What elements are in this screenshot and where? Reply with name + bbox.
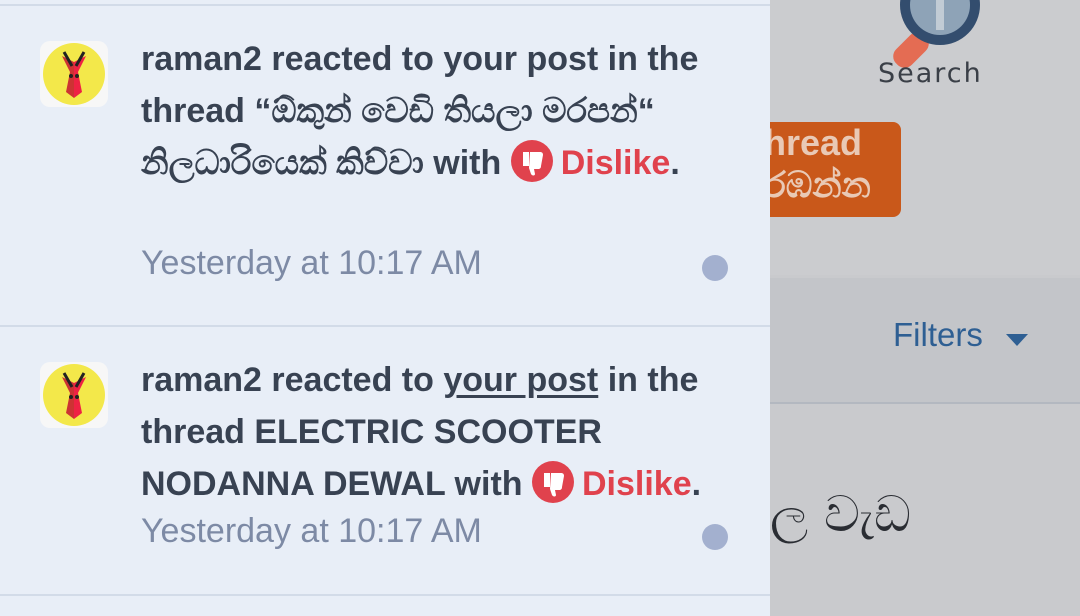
filters-link[interactable]: Filters (893, 316, 983, 354)
header-area: Search hread රඹන්න (750, 0, 1080, 275)
thread-button-line2: රඹන්න (764, 164, 871, 205)
timestamp[interactable]: Yesterday at 10:17 AM (141, 244, 482, 283)
notifications-panel: raman2 reacted to your post in the threa… (0, 0, 770, 616)
divider (0, 594, 770, 596)
unread-indicator[interactable] (702, 255, 728, 281)
divider (0, 325, 770, 327)
user-avatar-icon (43, 364, 105, 426)
background-page: Search hread රඹන්න Filters ල වැඩ (750, 0, 1080, 616)
period: . (670, 144, 680, 182)
divider (0, 4, 770, 6)
dislike-icon (531, 461, 574, 503)
new-thread-button[interactable]: hread රඹන්න (750, 122, 901, 217)
notification-text[interactable]: raman2 reacted to your post in the threa… (141, 33, 741, 189)
filter-bar: Filters (770, 278, 1080, 404)
user-avatar-icon (43, 43, 105, 105)
timestamp[interactable]: Yesterday at 10:17 AM (141, 512, 482, 551)
notification-message-lead: raman2 reacted to (141, 361, 444, 399)
unread-indicator[interactable] (702, 524, 728, 550)
dislike-icon (510, 140, 553, 182)
your-post-link[interactable]: your post (443, 361, 598, 399)
caret-down-icon[interactable] (1006, 334, 1028, 346)
search-label[interactable]: Search (878, 58, 983, 89)
thread-button-line1: hread (764, 122, 863, 163)
partial-thread-title: ල වැඩ (770, 485, 911, 543)
avatar[interactable] (40, 362, 108, 428)
notification-text[interactable]: raman2 reacted to your post in the threa… (141, 354, 741, 510)
reaction-label: Dislike (581, 465, 692, 503)
period: . (691, 465, 702, 503)
reaction-label: Dislike (560, 144, 671, 182)
avatar[interactable] (40, 41, 108, 107)
